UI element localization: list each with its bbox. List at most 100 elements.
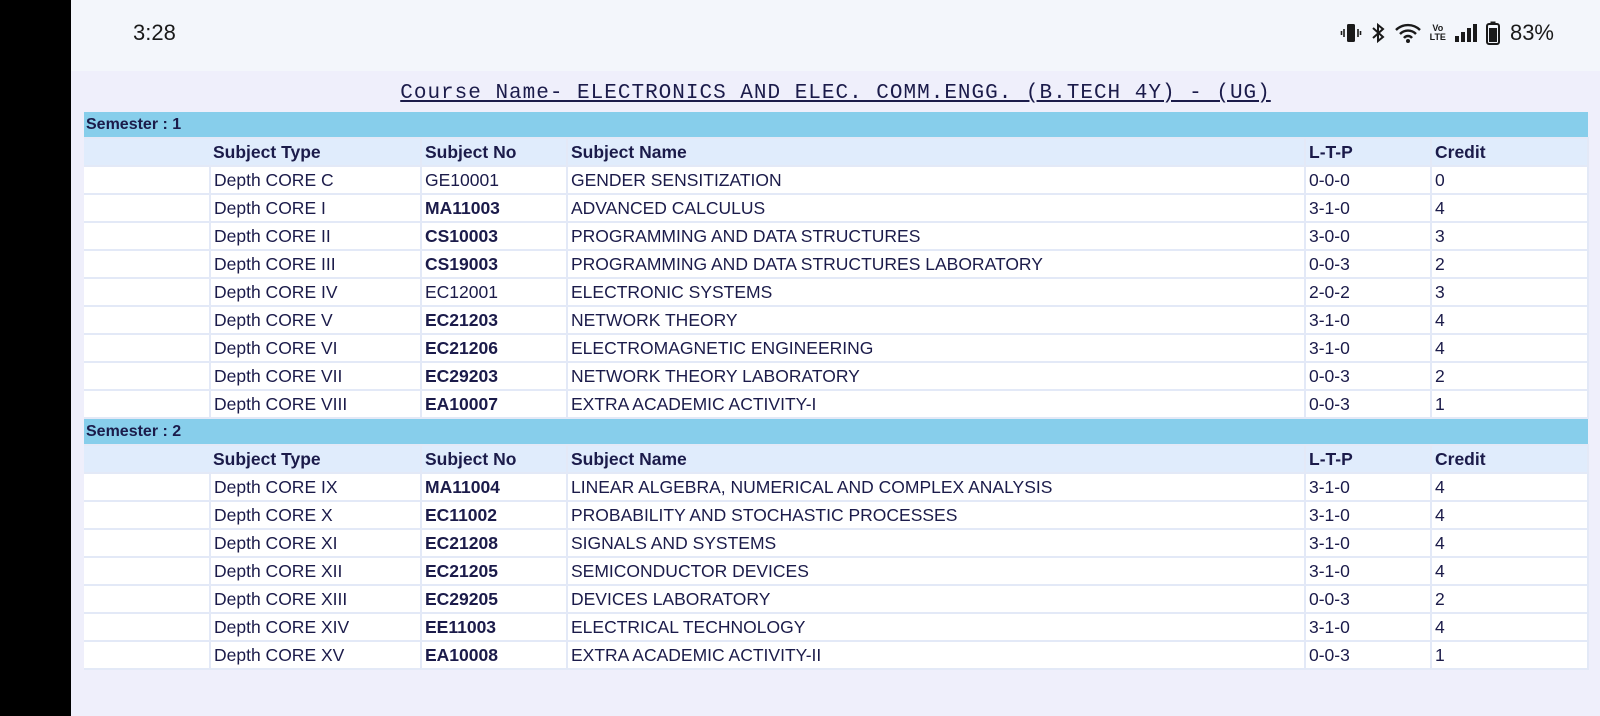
header-spacer-cell [84, 138, 210, 167]
credit-cell: 2 [1431, 250, 1590, 279]
credit-cell: 2 [1431, 585, 1590, 614]
semester-label: Semester : 1 [84, 112, 1589, 139]
ltp-cell: 3-1-0 [1305, 194, 1432, 223]
header-ltp: L-T-P [1305, 138, 1432, 167]
status-bar: 3:28 Vo LTE 83% [71, 0, 1600, 71]
header-subject-type: Subject Type [210, 445, 422, 474]
subject-type-cell: Depth CORE XV [210, 641, 422, 670]
subject-no-cell: CS19003 [421, 250, 568, 279]
credit-cell: 4 [1431, 529, 1590, 558]
subject-row: Depth CORE XV EA10008 EXTRA ACADEMIC ACTIV… [84, 641, 1590, 670]
course-table: Semester : 1 Subject Type Subject No Subjec… [84, 112, 1590, 670]
subject-row: Depth CORE VIII EA10007 EXTRA ACADEMIC ACT… [84, 390, 1590, 419]
subject-type-cell: Depth CORE VI [210, 334, 422, 363]
subject-row: Depth CORE XIII EC29205 DEVICES LABORATORY… [84, 585, 1590, 614]
credit-cell: 4 [1431, 306, 1590, 335]
volte-icon: Vo LTE [1430, 24, 1446, 42]
subject-no-cell: EC21203 [421, 306, 568, 335]
bluetooth-icon [1370, 22, 1386, 44]
subject-name-cell: PROGRAMMING AND DATA STRUCTURES [567, 222, 1306, 251]
header-subject-no: Subject No [421, 445, 568, 474]
header-credit: Credit [1431, 138, 1590, 167]
row-spacer-cell [84, 166, 211, 195]
subject-type-cell: Depth CORE XIV [210, 613, 422, 642]
subject-type-cell: Depth CORE VIII [210, 390, 422, 419]
subject-name-cell: SEMICONDUCTOR DEVICES [567, 557, 1306, 586]
subject-row: Depth CORE VI EC21206 ELECTROMAGNETIC ENGI… [84, 334, 1590, 363]
credit-cell: 1 [1431, 390, 1590, 419]
row-spacer-cell [84, 306, 211, 335]
ltp-cell: 3-1-0 [1305, 529, 1432, 558]
subject-row: Depth CORE C GE10001 GENDER SENSITIZATION 0… [84, 166, 1590, 195]
battery-icon [1485, 21, 1500, 45]
ltp-cell: 3-1-0 [1305, 334, 1432, 363]
subject-no-cell: CS10003 [421, 222, 568, 251]
subject-name-cell: SIGNALS AND SYSTEMS [567, 529, 1306, 558]
credit-cell: 4 [1431, 194, 1590, 223]
subject-name-cell: ELECTRICAL TECHNOLOGY [567, 613, 1306, 642]
row-spacer-cell [84, 641, 211, 670]
row-spacer-cell [84, 529, 211, 558]
subject-type-cell: Depth CORE IV [210, 278, 422, 307]
wifi-icon [1394, 22, 1422, 44]
row-spacer-cell [84, 585, 211, 614]
subject-no-cell: EC29203 [421, 362, 568, 391]
subject-no-cell: EC21208 [421, 529, 568, 558]
credit-cell: 4 [1431, 501, 1590, 530]
semester-header-row: Semester : 2 [84, 418, 1589, 446]
credit-cell: 4 [1431, 613, 1590, 642]
subject-row: Depth CORE I MA11003 ADVANCED CALCULUS 3-1-… [84, 194, 1590, 223]
status-clock: 3:28 [133, 20, 176, 45]
subject-row: Depth CORE VII EC29203 NETWORK THEORY LABO… [84, 362, 1590, 391]
credit-cell: 0 [1431, 166, 1590, 195]
ltp-cell: 3-1-0 [1305, 306, 1432, 335]
ltp-cell: 3-1-0 [1305, 473, 1432, 502]
subject-type-cell: Depth CORE XI [210, 529, 422, 558]
subject-type-cell: Depth CORE X [210, 501, 422, 530]
credit-cell: 4 [1431, 473, 1590, 502]
credit-cell: 2 [1431, 362, 1590, 391]
header-subject-name: Subject Name [567, 445, 1306, 474]
subject-no-cell: EE11003 [421, 613, 568, 642]
subject-row: Depth CORE V EC21203 NETWORK THEORY 3-1-0 4 [84, 306, 1590, 335]
vibrate-icon [1340, 22, 1362, 44]
subject-name-cell: PROGRAMMING AND DATA STRUCTURES LABORATO… [567, 250, 1306, 279]
header-credit: Credit [1431, 445, 1590, 474]
subject-type-cell: Depth CORE V [210, 306, 422, 335]
phone-screen: 3:28 Vo LTE 83% Course Name- ELECTRONICS… [71, 0, 1600, 716]
subject-name-cell: EXTRA ACADEMIC ACTIVITY-II [567, 641, 1306, 670]
row-spacer-cell [84, 334, 211, 363]
row-spacer-cell [84, 473, 211, 502]
subject-no-cell: EC29205 [421, 585, 568, 614]
subject-type-cell: Depth CORE IX [210, 473, 422, 502]
subject-no-cell: EC11002 [421, 501, 568, 530]
ltp-cell: 3-1-0 [1305, 501, 1432, 530]
left-black-bar [0, 0, 71, 716]
row-spacer-cell [84, 613, 211, 642]
row-spacer-cell [84, 501, 211, 530]
subject-name-cell: LINEAR ALGEBRA, NUMERICAL AND COMPLEX AN… [567, 473, 1306, 502]
subject-name-cell: NETWORK THEORY [567, 306, 1306, 335]
ltp-cell: 0-0-3 [1305, 390, 1432, 419]
column-header-row: Subject Type Subject No Subject Name L-T-P C… [84, 445, 1590, 474]
course-title: Course Name- ELECTRONICS AND ELEC. COMM.… [400, 82, 1271, 105]
subject-row: Depth CORE IV EC12001 ELECTRONIC SYSTEMS 2-… [84, 278, 1590, 307]
subject-name-cell: PROBABILITY AND STOCHASTIC PROCESSES [567, 501, 1306, 530]
subject-type-cell: Depth CORE I [210, 194, 422, 223]
ltp-cell: 0-0-3 [1305, 362, 1432, 391]
ltp-cell: 3-0-0 [1305, 222, 1432, 251]
header-spacer-cell [84, 445, 210, 474]
subject-name-cell: EXTRA ACADEMIC ACTIVITY-I [567, 390, 1306, 419]
ltp-cell: 0-0-3 [1305, 585, 1432, 614]
signal-icon [1454, 22, 1478, 44]
ltp-cell: 2-0-2 [1305, 278, 1432, 307]
row-spacer-cell [84, 250, 211, 279]
row-spacer-cell [84, 557, 211, 586]
subject-name-cell: ELECTROMAGNETIC ENGINEERING [567, 334, 1306, 363]
volte-bottom-text: LTE [1429, 32, 1446, 42]
subject-name-cell: DEVICES LABORATORY [567, 585, 1306, 614]
header-subject-name: Subject Name [567, 138, 1306, 167]
header-ltp: L-T-P [1305, 445, 1432, 474]
subject-type-cell: Depth CORE XII [210, 557, 422, 586]
subject-row: Depth CORE IX MA11004 LINEAR ALGEBRA, NUME… [84, 473, 1590, 502]
